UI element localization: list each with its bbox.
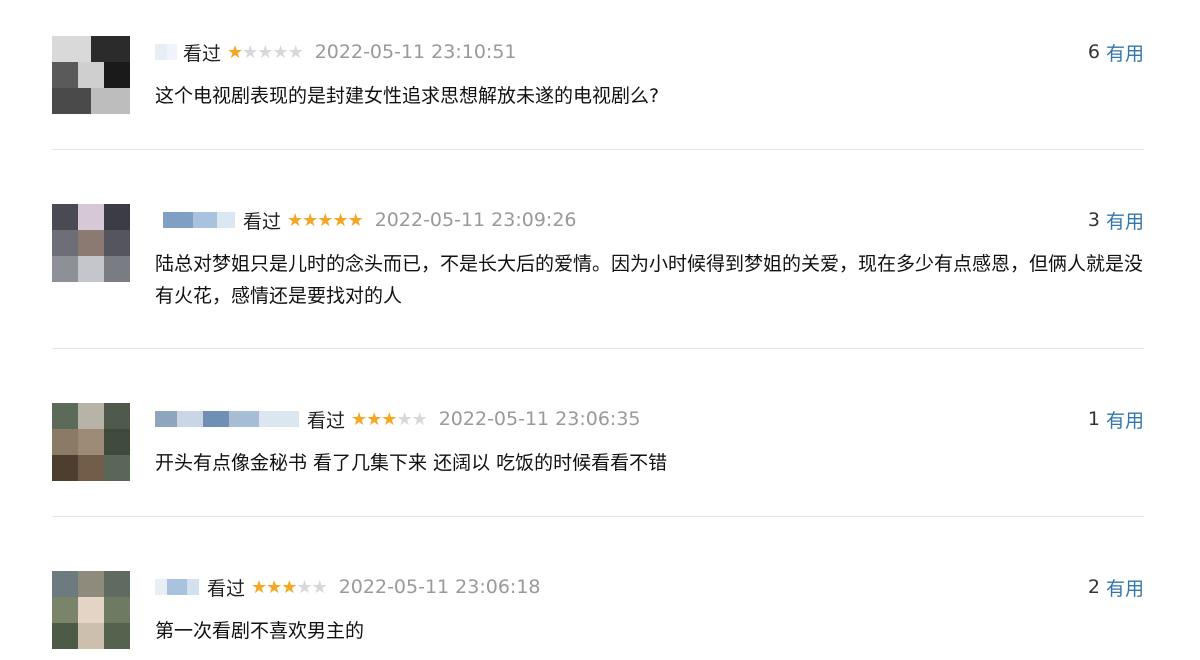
star-icon: ★	[296, 576, 312, 598]
divider	[52, 516, 1144, 517]
useful-count: 6	[1087, 41, 1100, 63]
avatar[interactable]	[52, 403, 130, 481]
useful-vote[interactable]: 6 有用	[1088, 38, 1144, 66]
star-icon: ★	[227, 41, 243, 63]
star-icon: ★	[381, 408, 397, 430]
username-blurred[interactable]	[155, 409, 301, 429]
avatar[interactable]	[52, 36, 130, 114]
star-icon: ★	[257, 41, 273, 63]
avatar[interactable]	[52, 571, 130, 649]
useful-vote[interactable]: 3 有用	[1088, 206, 1144, 234]
useful-button[interactable]: 有用	[1106, 406, 1144, 433]
useful-count: 1	[1087, 408, 1100, 430]
useful-vote[interactable]: 1 有用	[1088, 405, 1144, 433]
watched-label: 看过	[243, 210, 282, 233]
star-icon: ★	[317, 209, 333, 231]
star-icon: ★	[311, 576, 328, 598]
review-time: 2022-05-11 23:10:51	[314, 41, 517, 63]
review-header: 看过 ★ ★ ★ ★ ★ 2022-05-11 23:06:35 1 有用	[155, 405, 1144, 433]
star-icon: ★	[332, 209, 348, 231]
useful-button[interactable]: 有用	[1106, 207, 1144, 234]
review-comment: 第一次看剧不喜欢男主的	[155, 620, 365, 642]
star-icon: ★	[287, 41, 304, 63]
avatar[interactable]	[52, 204, 130, 282]
star-icon: ★	[351, 408, 367, 430]
star-icon: ★	[366, 408, 382, 430]
star-icon: ★	[251, 576, 267, 598]
review-time: 2022-05-11 23:06:35	[438, 408, 641, 430]
useful-count: 3	[1087, 209, 1100, 231]
star-icon: ★	[411, 408, 428, 430]
review-comment: 陆总对梦姐只是儿时的念头而已，不是长大后的爱情。因为小时候得到梦姐的关爱，现在多…	[155, 253, 1144, 307]
star-rating: ★ ★ ★ ★ ★	[227, 41, 304, 63]
username-blurred[interactable]	[155, 210, 237, 230]
useful-button[interactable]: 有用	[1106, 39, 1144, 66]
star-rating: ★ ★ ★ ★ ★	[287, 209, 364, 231]
watched-label: 看过	[207, 577, 246, 600]
star-icon: ★	[266, 576, 282, 598]
review-time: 2022-05-11 23:06:18	[338, 576, 541, 598]
username-blurred[interactable]	[155, 577, 201, 597]
star-icon: ★	[347, 209, 364, 231]
review-header: 看过 ★ ★ ★ ★ ★ 2022-05-11 23:10:51 6 有用	[155, 38, 1144, 66]
username-blurred[interactable]	[155, 42, 177, 62]
star-icon: ★	[272, 41, 288, 63]
review-time: 2022-05-11 23:09:26	[374, 209, 577, 231]
watched-label: 看过	[307, 409, 346, 432]
watched-label: 看过	[183, 42, 222, 65]
divider	[52, 149, 1144, 150]
useful-vote[interactable]: 2 有用	[1088, 573, 1144, 601]
useful-count: 2	[1087, 576, 1100, 598]
star-icon: ★	[242, 41, 258, 63]
star-rating: ★ ★ ★ ★ ★	[351, 408, 428, 430]
useful-button[interactable]: 有用	[1106, 574, 1144, 601]
star-icon: ★	[396, 408, 412, 430]
review-comment: 这个电视剧表现的是封建女性追求思想解放未遂的电视剧么?	[155, 85, 660, 107]
star-rating: ★ ★ ★ ★ ★	[251, 576, 328, 598]
review-header: 看过 ★ ★ ★ ★ ★ 2022-05-11 23:06:18 2 有用	[155, 573, 1144, 601]
divider	[52, 348, 1144, 349]
star-icon: ★	[287, 209, 303, 231]
star-icon: ★	[281, 576, 297, 598]
review-comment: 开头有点像金秘书 看了几集下来 还阔以 吃饭的时候看看不错	[155, 452, 668, 474]
review-header: 看过 ★ ★ ★ ★ ★ 2022-05-11 23:09:26 3 有用	[155, 206, 1144, 234]
star-icon: ★	[302, 209, 318, 231]
